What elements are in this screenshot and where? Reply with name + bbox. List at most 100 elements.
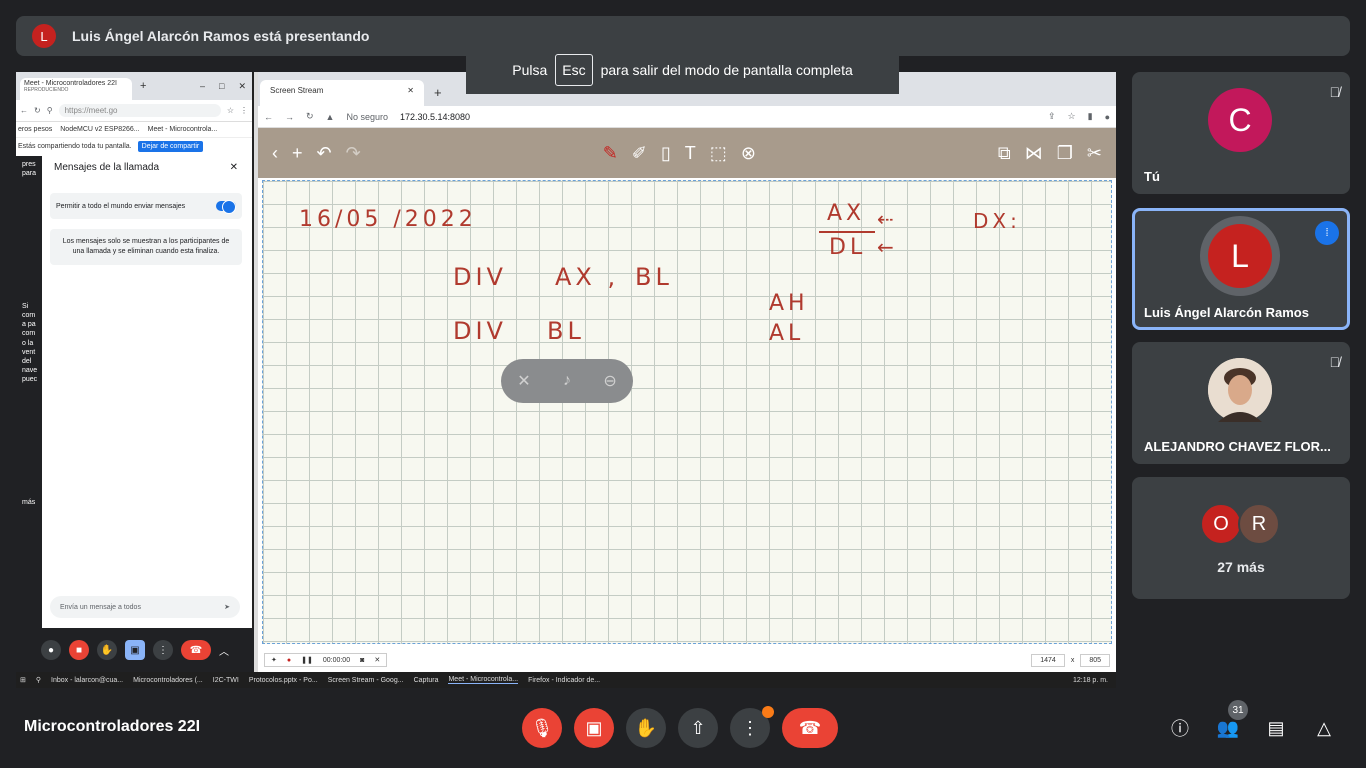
whiteboard-canvas[interactable]: 16/05 /2022 DIV AX , BL DIV BL AX DL ⇠ ←… <box>262 180 1112 644</box>
mic-icon[interactable]: ● <box>41 640 61 660</box>
taskbar-item[interactable]: I2C-TWI <box>213 677 239 684</box>
menu-icon[interactable]: ⋮ <box>240 106 248 115</box>
copy-icon[interactable]: ❐ <box>1057 143 1073 164</box>
back-arrow-icon[interactable]: ‹ <box>272 143 278 164</box>
participant-tile-more[interactable]: O R 27 más <box>1132 477 1350 599</box>
back-icon[interactable]: ← <box>20 106 28 115</box>
chat-button[interactable]: ▤ <box>1262 714 1290 742</box>
close-chat-icon[interactable]: ✕ <box>230 162 238 173</box>
bookmark-item[interactable]: NodeMCU v2 ESP8266... <box>60 126 139 133</box>
new-tab-icon[interactable]: + <box>424 79 452 106</box>
taskbar-item[interactable]: Microcontroladores (... <box>133 677 203 684</box>
reload-icon[interactable]: ↻ <box>306 111 314 122</box>
camera-off-icon[interactable]: ■ <box>69 640 89 660</box>
participant-tile-alejandro[interactable]: 🎙̸ ALEJANDRO CHAVEZ FLOR... <box>1132 342 1350 464</box>
pen-icon[interactable]: ✎ <box>603 143 618 164</box>
activities-button[interactable]: △ <box>1310 714 1338 742</box>
more-options-button[interactable]: ⋮ <box>730 706 774 748</box>
chevron-up-icon[interactable]: ︿ <box>219 643 229 658</box>
left-url[interactable]: https://meet.go <box>58 104 221 117</box>
bookmark-item[interactable]: eros pesos <box>18 126 52 133</box>
width-input[interactable]: 1474 <box>1031 653 1065 667</box>
present-icon[interactable]: ▣ <box>125 640 145 660</box>
minimize-icon[interactable]: – <box>200 81 205 92</box>
share-page-icon[interactable]: ⇪ <box>1048 111 1056 122</box>
sound-off-icon[interactable]: ♪ <box>563 372 571 390</box>
record-icon[interactable]: ● <box>287 657 291 664</box>
presenter-banner-text: Luis Ángel Alarcón Ramos está presentand… <box>72 28 370 44</box>
participant-tile-you[interactable]: C 🎙̸ Tú <box>1132 72 1350 194</box>
star-icon[interactable]: ☆ <box>227 106 234 115</box>
add-icon[interactable]: + <box>292 143 303 164</box>
maximize-icon[interactable]: □ <box>219 81 224 92</box>
raise-hand-button[interactable]: ✋ <box>626 708 666 748</box>
marker-icon[interactable]: ✐ <box>632 143 647 164</box>
send-icon[interactable]: ➤ <box>224 603 230 611</box>
camera-toggle-button[interactable]: ▣ <box>574 708 614 748</box>
screen-stream-tab[interactable]: Screen Stream ✕ <box>260 80 424 106</box>
chat-input[interactable]: Envía un mensaje a todos ➤ <box>50 596 240 618</box>
taskbar-item[interactable]: Protocolos.pptx - Po... <box>249 677 318 684</box>
minimize-circle-icon[interactable]: ⊖ <box>603 371 616 391</box>
hang-up-icon[interactable]: ☎ <box>181 640 211 660</box>
close-tab-icon[interactable]: ✕ <box>407 86 414 100</box>
chat-panel-title: Mensajes de la llamada <box>54 162 160 173</box>
shapes-icon[interactable]: ⧉ <box>998 143 1011 164</box>
back-icon[interactable]: ← <box>264 112 273 122</box>
taskbar-item[interactable]: Screen Stream - Goog... <box>328 677 404 684</box>
camera-icon[interactable]: ◙ <box>360 657 364 664</box>
security-label[interactable]: No seguro <box>346 112 388 122</box>
left-bookmarks-bar: eros pesos NodeMCU v2 ESP8266... Meet - … <box>16 122 252 138</box>
more-vert-icon: ⋮ <box>741 717 759 738</box>
main-url[interactable]: 172.30.5.14:8080 <box>400 112 470 122</box>
redo-icon[interactable]: ↷ <box>346 143 361 164</box>
reload-icon[interactable]: ↻ <box>34 106 41 115</box>
settings-small-icon[interactable]: ✦ <box>271 656 277 664</box>
left-new-tab-icon[interactable]: + <box>140 80 146 92</box>
raise-hand-icon[interactable]: ✋ <box>97 640 117 660</box>
settings-icon[interactable]: ✂ <box>1087 143 1102 164</box>
activities-icon: △ <box>1317 717 1331 738</box>
eraser-icon[interactable]: ▯ <box>661 143 671 164</box>
clear-icon[interactable]: ⊗ <box>741 143 756 164</box>
taskbar-item[interactable]: Meet - Microcontrola... <box>448 676 519 684</box>
taskbar-item[interactable]: Firefox - Indicador de... <box>528 677 600 684</box>
mic-off-icon: 🎙̸ <box>1329 84 1341 100</box>
left-tab[interactable]: Meet - Microcontroladores 22I REPRODUCIE… <box>20 78 132 100</box>
taskbar-item[interactable]: Inbox - lalarcon@cua... <box>51 677 123 684</box>
avatar <box>1208 358 1272 422</box>
present-button[interactable]: ⇧ <box>678 708 718 748</box>
mic-toggle-button[interactable]: 🎙 <box>522 708 562 748</box>
stop-sharing-button[interactable]: Dejar de compartir <box>137 140 204 152</box>
bookmark-item[interactable]: Meet - Microcontrola... <box>148 126 218 133</box>
people-button[interactable]: 👥 31 <box>1214 700 1248 742</box>
close-small-icon[interactable]: ✕ <box>374 656 380 664</box>
shared-screen: Meet - Microcontroladores 22I REPRODUCIE… <box>16 72 1116 688</box>
forward-icon[interactable]: → <box>285 112 294 122</box>
meeting-info-button[interactable]: ⓘ <box>1166 714 1194 742</box>
share-icon[interactable]: ⋈ <box>1025 143 1043 164</box>
height-input[interactable]: 805 <box>1080 653 1110 667</box>
line2-op: BL <box>547 317 585 345</box>
taskbar-search-icon[interactable]: ⚲ <box>36 676 41 684</box>
windows-start-icon[interactable]: ⊞ <box>20 676 26 684</box>
phone-hangup-icon: ☎ <box>798 717 822 738</box>
more-options-icon[interactable]: ⋮ <box>153 640 173 660</box>
side-more: más <box>22 499 36 507</box>
sidebar-icon[interactable]: ▮ <box>1088 111 1093 122</box>
pin-off-icon[interactable]: ✕ <box>517 371 530 391</box>
profile-icon[interactable]: ● <box>1105 112 1110 122</box>
left-window-buttons: – □ ✕ <box>200 81 252 92</box>
leave-call-button[interactable]: ☎ <box>782 708 838 748</box>
lock-icon: ⚲ <box>46 106 53 115</box>
allow-messages-toggle[interactable] <box>216 200 236 214</box>
undo-icon[interactable]: ↶ <box>317 143 332 164</box>
pause-icon[interactable]: ❚❚ <box>301 656 313 664</box>
participant-tile-presenter[interactable]: L ⁞ Luis Ángel Alarcón Ramos <box>1132 208 1350 330</box>
star-icon[interactable]: ☆ <box>1068 111 1076 122</box>
taskbar-item[interactable]: Captura <box>414 677 439 684</box>
select-icon[interactable]: ⬚ <box>710 143 727 164</box>
close-icon[interactable]: ✕ <box>238 81 246 92</box>
warning-icon: ▲ <box>325 111 335 122</box>
text-icon[interactable]: T <box>685 143 696 164</box>
